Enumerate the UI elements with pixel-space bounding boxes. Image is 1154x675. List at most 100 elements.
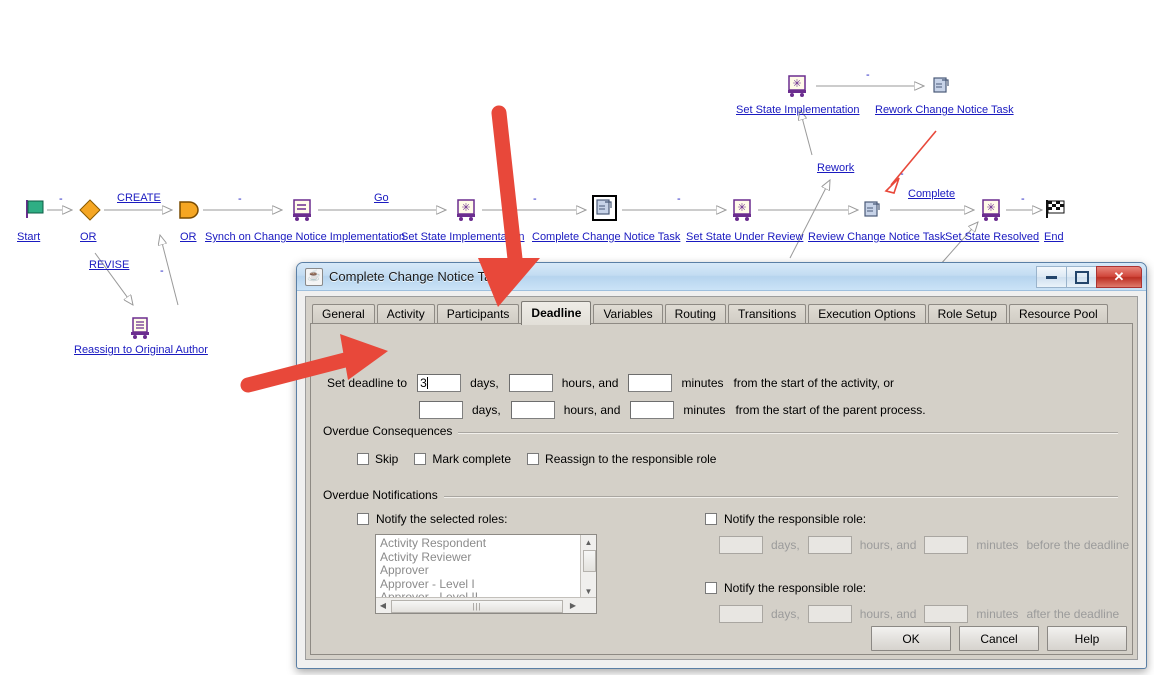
roles-listbox[interactable]: Activity Respondent Activity Reviewer Ap… [375, 534, 597, 614]
before-minutes-label: minutes [976, 538, 1019, 552]
ok-button[interactable]: OK [871, 626, 951, 651]
tab-execution-options[interactable]: Execution Options [808, 304, 926, 324]
tab-routing[interactable]: Routing [664, 304, 726, 324]
scroll-up-icon[interactable]: ▲ [581, 535, 596, 549]
tab-strip[interactable]: General Activity Participants Deadline V… [312, 301, 1110, 325]
complete-change-notice-task-dialog[interactable]: ☕ Complete Change Notice Task ✕ General … [296, 262, 1147, 669]
after-days-label: days, [771, 607, 800, 621]
checkbox-notify-selected-roles[interactable] [357, 513, 369, 525]
overdue-consequences-checkboxes: Skip Mark complete Reassign to the respo… [357, 452, 716, 466]
days-label-1: days, [470, 376, 499, 390]
node-label-reassign-to-original-author[interactable]: Reassign to Original Author [74, 344, 208, 356]
after-hours-input[interactable] [807, 605, 852, 623]
dialog-title: Complete Change Notice Task [329, 269, 505, 284]
tab-deadline[interactable]: Deadline [521, 301, 592, 325]
scroll-right-icon[interactable]: ▶ [566, 598, 580, 613]
tab-role-setup[interactable]: Role Setup [927, 304, 1007, 324]
edge-dash-5: - [1021, 193, 1025, 205]
node-label-rework-change-notice-task[interactable]: Rework Change Notice Task [875, 104, 1014, 116]
deadline-hours-input[interactable] [508, 374, 553, 392]
node-label-synch[interactable]: Synch on Change Notice Implementation [205, 231, 405, 243]
parent-minutes-input[interactable] [630, 401, 675, 419]
edge-label-revise[interactable]: REVISE [89, 259, 129, 271]
notify-after-fields: days, hours, and minutes after the deadl… [719, 605, 1119, 623]
parent-days-input[interactable] [419, 401, 463, 419]
help-button[interactable]: Help [1047, 626, 1127, 651]
cancel-button[interactable]: Cancel [959, 626, 1039, 651]
before-deadline-suffix: before the deadline [1026, 538, 1130, 552]
node-label-set-state-implementation-2[interactable]: Set State Implementation [736, 104, 860, 116]
before-hours-label: hours, and [859, 538, 917, 552]
after-days-input[interactable] [719, 605, 763, 623]
before-minutes-input[interactable] [924, 536, 969, 554]
after-minutes-input[interactable] [924, 605, 969, 623]
window-controls[interactable]: ✕ [1036, 266, 1142, 288]
maximize-button[interactable] [1066, 266, 1097, 288]
list-item[interactable]: Activity Reviewer [376, 550, 580, 565]
deadline-days-input[interactable]: 3 [417, 374, 462, 392]
edge-label-rework[interactable]: Rework [817, 162, 854, 174]
listbox-horizontal-scrollbar[interactable]: ◀ ||| ▶ [376, 597, 596, 613]
node-label-complete-change-notice-task[interactable]: Complete Change Notice Task [532, 231, 680, 243]
after-minutes-label: minutes [976, 607, 1019, 621]
before-hours-input[interactable] [807, 536, 852, 554]
edge-label-create[interactable]: CREATE [117, 192, 161, 204]
svg-text:✳: ✳ [461, 202, 470, 214]
minutes-label-1: minutes [681, 376, 724, 390]
svg-text:✳: ✳ [737, 202, 746, 214]
svg-text:✳: ✳ [986, 202, 995, 214]
listbox-vertical-scrollbar[interactable]: ▲ ▼ [580, 535, 596, 598]
edge-dash-4: - [677, 193, 681, 205]
parent-hours-input[interactable] [510, 401, 555, 419]
node-label-or-2[interactable]: OR [180, 231, 197, 243]
label-mark-complete: Mark complete [432, 452, 512, 466]
label-notify-responsible-role-before: Notify the responsible role: [724, 512, 867, 526]
node-label-start[interactable]: Start [17, 231, 40, 243]
tab-transitions[interactable]: Transitions [727, 304, 807, 324]
minimize-button[interactable] [1036, 266, 1067, 288]
list-item[interactable]: Approver [376, 564, 580, 578]
tab-variables[interactable]: Variables [593, 304, 663, 324]
dialog-titlebar[interactable]: ☕ Complete Change Notice Task ✕ [297, 263, 1146, 291]
node-label-set-state-resolved[interactable]: Set State Resolved [945, 231, 1039, 243]
vertical-scroll-thumb[interactable] [583, 550, 596, 572]
edge-label-complete[interactable]: Complete [908, 188, 955, 200]
deadline-minutes-input[interactable] [628, 374, 673, 392]
overdue-consequences-title: Overdue Consequences [323, 424, 459, 438]
horizontal-scroll-thumb[interactable]: ||| [391, 600, 563, 613]
tab-activity[interactable]: Activity [376, 304, 435, 324]
before-days-input[interactable] [719, 536, 763, 554]
after-deadline-suffix: after the deadline [1026, 607, 1120, 621]
node-label-set-state-under-review[interactable]: Set State Under Review [686, 231, 803, 243]
checkbox-notify-responsible-role-before[interactable] [705, 513, 717, 525]
tab-resource-pool[interactable]: Resource Pool [1008, 304, 1108, 324]
deadline-tab-panel: Set deadline to 3 days, hours, and minut… [310, 323, 1133, 655]
set-deadline-label: Set deadline to [327, 376, 408, 390]
edge-dash-1: - [59, 193, 63, 205]
scroll-left-icon[interactable]: ◀ [376, 598, 390, 613]
node-label-review-change-notice-task[interactable]: Review Change Notice Task [808, 231, 945, 243]
checkbox-skip[interactable] [357, 453, 369, 465]
edge-dash-3: - [533, 193, 537, 205]
edge-dash-7: - [866, 69, 870, 81]
node-label-end[interactable]: End [1044, 231, 1064, 243]
node-label-or-1[interactable]: OR [80, 231, 97, 243]
node-complete-change-notice-task-icon[interactable] [592, 195, 617, 221]
label-skip: Skip [375, 452, 399, 466]
close-button[interactable]: ✕ [1096, 266, 1142, 288]
notify-after-deadline-row: Notify the responsible role: [705, 581, 866, 595]
after-hours-label: hours, and [859, 607, 917, 621]
java-coffee-icon: ☕ [305, 267, 323, 286]
node-label-set-state-implementation[interactable]: Set State Implementation [401, 231, 525, 243]
checkbox-notify-responsible-role-after[interactable] [705, 582, 717, 594]
scroll-down-icon[interactable]: ▼ [581, 584, 596, 598]
tab-general[interactable]: General [312, 304, 375, 324]
list-item[interactable]: Activity Respondent [376, 537, 580, 551]
list-item[interactable]: Approver - Level I [376, 577, 580, 592]
tab-participants[interactable]: Participants [436, 304, 520, 324]
deadline-row-2: days, hours, and minutes from the start … [327, 401, 926, 419]
edge-label-go[interactable]: Go [374, 192, 389, 204]
deadline-suffix-2: from the start of the parent process. [735, 403, 926, 417]
checkbox-mark-complete[interactable] [414, 453, 427, 465]
checkbox-reassign-responsible-role[interactable] [527, 453, 540, 465]
